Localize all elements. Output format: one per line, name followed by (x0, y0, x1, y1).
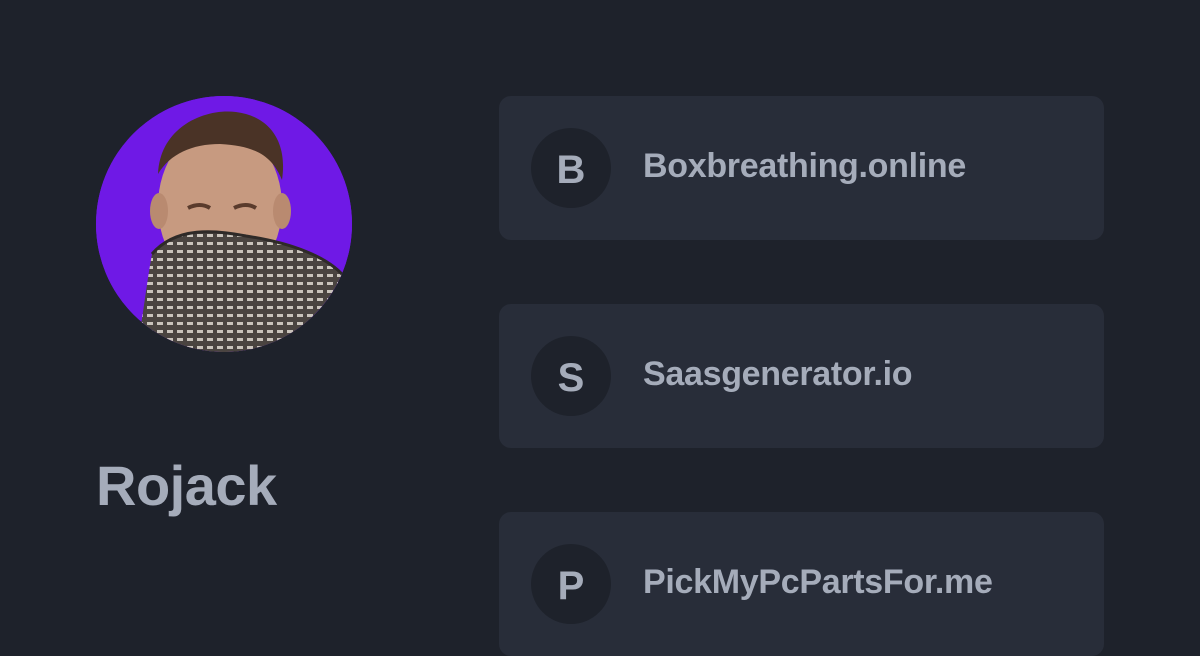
profile-photo (96, 96, 352, 352)
link-letter-avatar: S (531, 336, 611, 416)
profile-avatar (96, 96, 352, 352)
profile-name: Rojack (96, 454, 277, 517)
link-card-boxbreathing[interactable]: B Boxbreathing.online (499, 96, 1104, 240)
link-letter-avatar: P (531, 544, 611, 624)
link-title: Boxbreathing.online (643, 147, 966, 185)
link-letter-avatar: B (531, 128, 611, 208)
link-card-pickmypcparts[interactable]: P PickMyPcPartsFor.me (499, 512, 1104, 656)
link-title: Saasgenerator.io (643, 355, 913, 393)
link-card-saasgenerator[interactable]: S Saasgenerator.io (499, 304, 1104, 448)
link-title: PickMyPcPartsFor.me (643, 563, 993, 601)
